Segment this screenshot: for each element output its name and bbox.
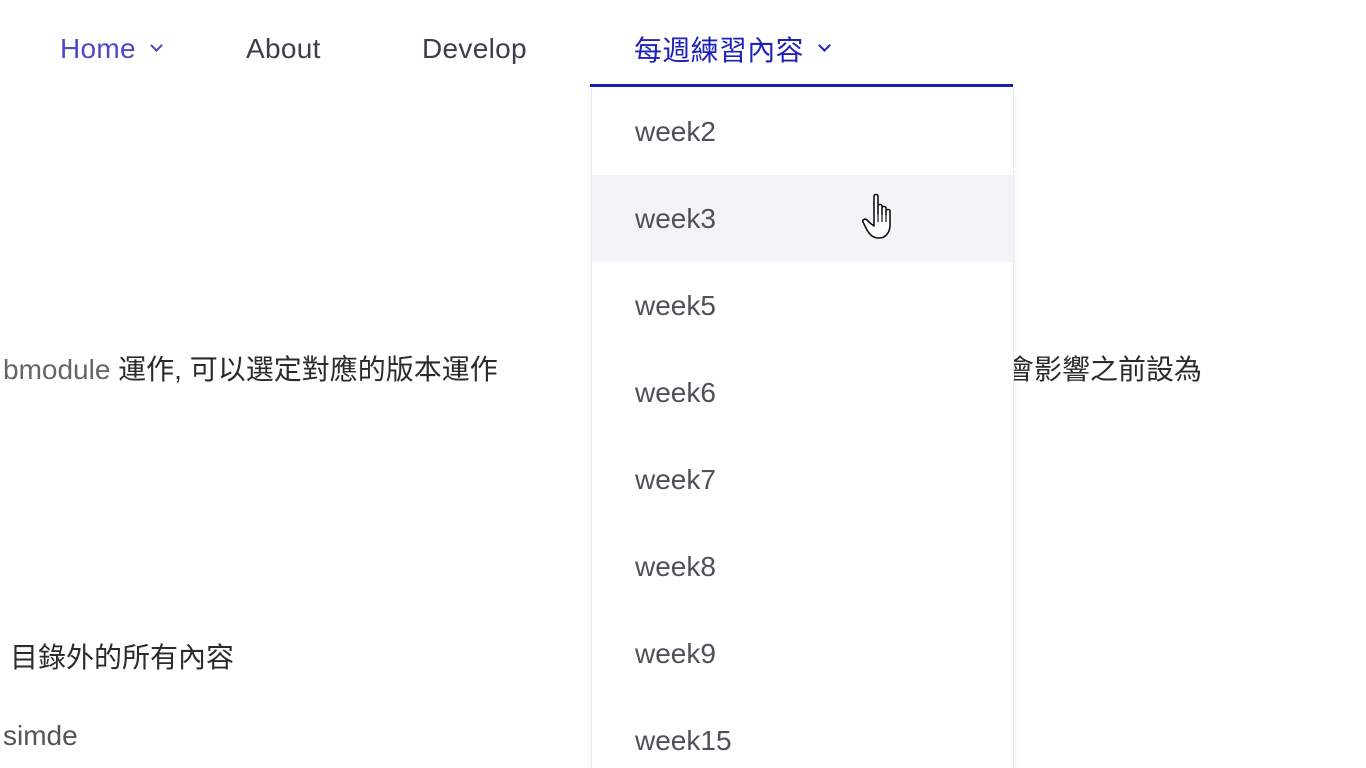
nav-item-about[interactable]: About xyxy=(246,30,321,68)
hand-pointer-cursor-icon xyxy=(862,193,891,239)
dropdown-item-week3[interactable]: week3 xyxy=(592,175,1013,262)
nav-item-home[interactable]: Home xyxy=(60,30,163,68)
content-line-3: simde xyxy=(3,720,78,752)
nav-item-weekly-practice[interactable]: 每週練習內容 xyxy=(634,30,831,68)
dropdown-item-label: week2 xyxy=(635,115,716,147)
dropdown-item-label: week15 xyxy=(635,724,732,756)
dropdown-item-week2[interactable]: week2 xyxy=(592,88,1013,175)
dropdown-item-week6[interactable]: week6 xyxy=(592,349,1013,436)
nav-item-about-label: About xyxy=(246,33,321,64)
page: Home About Develop 每週練習內容 bmodule 運作, 可以… xyxy=(0,0,1366,768)
dropdown-item-label: week7 xyxy=(635,463,716,495)
dropdown-item-label: week8 xyxy=(635,550,716,582)
nav-item-develop[interactable]: Develop xyxy=(422,30,527,68)
nav-item-develop-label: Develop xyxy=(422,33,527,64)
dropdown-item-label: week9 xyxy=(635,637,716,669)
nav-item-weekly-practice-label: 每週練習內容 xyxy=(634,35,804,66)
dropdown-item-week8[interactable]: week8 xyxy=(592,523,1013,610)
content-line-3-text: simde xyxy=(3,720,78,751)
dropdown-item-label: week6 xyxy=(635,376,716,408)
content-line-1-tail: 會影響之前設為 xyxy=(1006,348,1202,388)
chevron-down-icon xyxy=(150,38,163,52)
top-nav: Home About Develop 每週練習內容 xyxy=(0,0,1366,88)
content-line-2-text: 目錄外的所有內容 xyxy=(10,642,235,673)
active-nav-underline xyxy=(590,84,1013,87)
inline-code: bmodule xyxy=(3,354,111,385)
content-line-2: 目錄外的所有內容 xyxy=(10,636,234,676)
dropdown-item-week7[interactable]: week7 xyxy=(592,436,1013,523)
dropdown-item-week5[interactable]: week5 xyxy=(592,262,1013,349)
content-line-1-text: 運作, 可以選定對應的版本運作 xyxy=(110,354,498,385)
dropdown-item-label: week3 xyxy=(635,202,716,234)
dropdown-item-label: week5 xyxy=(635,289,716,321)
dropdown-item-week15[interactable]: week15 xyxy=(592,697,1013,768)
content-line-1: bmodule 運作, 可以選定對應的版本運作 xyxy=(3,348,498,388)
nav-item-home-label: Home xyxy=(60,33,136,64)
chevron-down-icon xyxy=(817,38,831,52)
content-line-1-tail-text: 會影響之前設為 xyxy=(1006,354,1203,385)
weekly-practice-dropdown-menu: week2 week3 week5 week6 week7 week8 week… xyxy=(591,88,1014,768)
dropdown-item-week9[interactable]: week9 xyxy=(592,610,1013,697)
